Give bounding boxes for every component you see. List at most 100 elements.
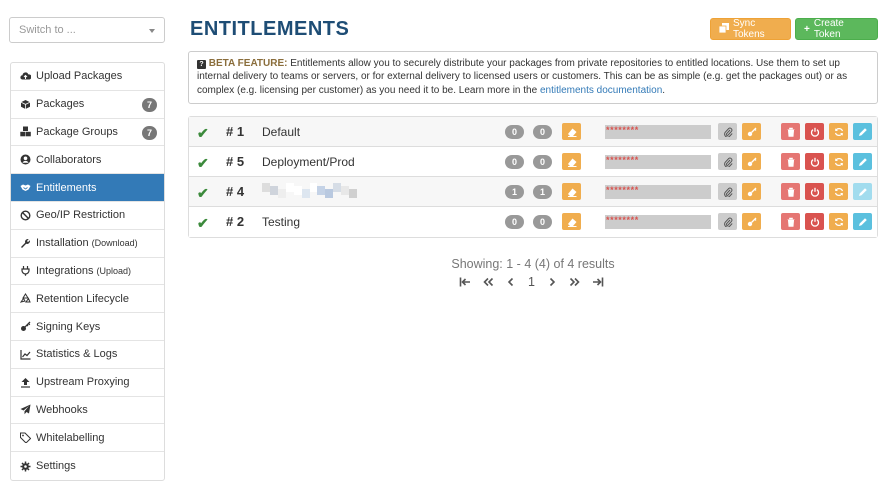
token-name[interactable]: Default bbox=[262, 125, 300, 139]
pencil-icon[interactable] bbox=[853, 123, 872, 140]
refresh-icon[interactable] bbox=[829, 183, 848, 200]
sidebar-nav: Upload Packages Packages 7 Package Groups 7 C… bbox=[10, 62, 165, 481]
cloud-upload-icon bbox=[19, 70, 31, 82]
sidebar-item-retention-lifecycle[interactable]: Retention Lifecycle bbox=[11, 285, 164, 314]
table-row[interactable]: ✔ # 4 1 1 ******** bbox=[189, 177, 877, 207]
refresh-icon[interactable] bbox=[829, 213, 848, 230]
pencil-icon[interactable] bbox=[853, 213, 872, 230]
beta-feature-notice: ? BETA FEATURE: Entitlements allow you t… bbox=[188, 51, 878, 104]
sidebar-item-label: Package Groups bbox=[36, 125, 118, 138]
key-icon[interactable] bbox=[742, 183, 761, 200]
sidebar-item-statistics-logs[interactable]: Statistics & Logs bbox=[11, 341, 164, 369]
last-page-icon[interactable] bbox=[592, 276, 604, 288]
sidebar-item-packages[interactable]: Packages 7 bbox=[11, 91, 164, 119]
key-icon[interactable] bbox=[742, 123, 761, 140]
sidebar-item-package-groups[interactable]: Package Groups 7 bbox=[11, 119, 164, 147]
power-icon[interactable] bbox=[805, 213, 824, 230]
create-token-label: Create Token bbox=[813, 18, 844, 40]
plus-icon: + bbox=[804, 23, 810, 35]
sync-tokens-label: Sync Tokens bbox=[733, 18, 765, 40]
power-icon[interactable] bbox=[805, 153, 824, 170]
sidebar-item-geo-ip-restriction[interactable]: Geo/IP Restriction bbox=[11, 202, 164, 230]
page-title: ENTITLEMENTS bbox=[190, 18, 350, 40]
current-page[interactable]: 1 bbox=[528, 275, 535, 289]
wrench-icon bbox=[19, 237, 31, 249]
usage-count-badge: 1 bbox=[533, 185, 552, 199]
paperclip-icon[interactable] bbox=[718, 213, 737, 230]
pagination: 1 bbox=[459, 275, 615, 289]
redacted-name bbox=[262, 183, 358, 201]
create-token-button[interactable]: + Create Token bbox=[795, 18, 878, 40]
upload-icon bbox=[19, 376, 31, 388]
eraser-icon[interactable] bbox=[562, 213, 581, 230]
active-check-icon: ✔ bbox=[197, 215, 209, 231]
pencil-icon[interactable] bbox=[853, 183, 872, 200]
sidebar-item-label: Whitelabelling bbox=[36, 431, 105, 444]
count-badge: 7 bbox=[142, 125, 157, 140]
table-row[interactable]: ✔ # 5 Deployment/Prod 0 0 ******** bbox=[189, 147, 877, 177]
sidebar-item-upstream-proxying[interactable]: Upstream Proxying bbox=[11, 369, 164, 397]
eraser-icon[interactable] bbox=[562, 123, 581, 140]
refresh-icon[interactable] bbox=[829, 123, 848, 140]
usage-count-badge: 0 bbox=[505, 125, 524, 139]
handshake-icon bbox=[19, 182, 31, 194]
first-page-icon[interactable] bbox=[459, 276, 471, 288]
token-value: ******** bbox=[605, 125, 711, 139]
sidebar-item-installation[interactable]: Installation (Download) bbox=[11, 230, 164, 258]
paperclip-icon[interactable] bbox=[718, 123, 737, 140]
eraser-icon[interactable] bbox=[562, 153, 581, 170]
gear-icon bbox=[19, 460, 31, 472]
repository-switcher[interactable]: Switch to ... bbox=[9, 17, 165, 43]
token-name[interactable]: Deployment/Prod bbox=[262, 155, 355, 169]
trash-icon[interactable] bbox=[781, 153, 800, 170]
active-check-icon: ✔ bbox=[197, 185, 209, 201]
previous-block-icon[interactable] bbox=[482, 276, 494, 288]
next-page-icon[interactable] bbox=[546, 276, 558, 288]
token-value: ******** bbox=[605, 155, 711, 169]
table-row[interactable]: ✔ # 1 Default 0 0 ******** bbox=[189, 117, 877, 147]
paper-plane-icon bbox=[19, 404, 31, 416]
previous-page-icon[interactable] bbox=[505, 276, 517, 288]
sidebar-item-collaborators[interactable]: Collaborators bbox=[11, 146, 164, 175]
sync-tokens-button[interactable]: Sync Tokens bbox=[710, 18, 791, 40]
entitlements-table: ✔ # 1 Default 0 0 ******** ✔ # 5 Deployment/Prod… bbox=[188, 116, 878, 238]
eraser-icon[interactable] bbox=[562, 183, 581, 200]
power-icon[interactable] bbox=[805, 123, 824, 140]
token-name[interactable]: Testing bbox=[262, 215, 300, 229]
token-number: # 2 bbox=[226, 214, 245, 229]
switcher-placeholder: Switch to ... bbox=[19, 24, 76, 36]
sidebar-item-label: Installation bbox=[36, 237, 89, 250]
cube-icon bbox=[19, 98, 31, 110]
token-number: # 5 bbox=[226, 154, 245, 169]
token-number: # 1 bbox=[226, 124, 245, 139]
trash-icon[interactable] bbox=[781, 123, 800, 140]
chart-icon bbox=[19, 348, 31, 360]
key-icon[interactable] bbox=[742, 213, 761, 230]
usage-count-badge: 0 bbox=[505, 215, 524, 229]
refresh-icon[interactable] bbox=[829, 153, 848, 170]
sidebar-item-upload-packages[interactable]: Upload Packages bbox=[11, 63, 164, 91]
paperclip-icon[interactable] bbox=[718, 153, 737, 170]
usage-count-badge: 0 bbox=[533, 125, 552, 139]
user-circle-icon bbox=[19, 154, 31, 166]
entitlements-documentation-link[interactable]: entitlements documentation bbox=[540, 85, 662, 96]
key-icon[interactable] bbox=[742, 153, 761, 170]
pencil-icon[interactable] bbox=[853, 153, 872, 170]
recycle-icon bbox=[19, 293, 31, 305]
sidebar-item-label: Collaborators bbox=[36, 153, 102, 166]
trash-icon[interactable] bbox=[781, 183, 800, 200]
next-block-icon[interactable] bbox=[569, 276, 581, 288]
sidebar-item-signing-keys[interactable]: Signing Keys bbox=[11, 313, 164, 341]
trash-icon[interactable] bbox=[781, 213, 800, 230]
sidebar-item-whitelabelling[interactable]: Whitelabelling bbox=[11, 424, 164, 453]
paperclip-icon[interactable] bbox=[718, 183, 737, 200]
sidebar-item-entitlements[interactable]: Entitlements bbox=[11, 174, 164, 202]
sidebar-item-settings[interactable]: Settings bbox=[11, 452, 164, 480]
sidebar-item-label: Statistics & Logs bbox=[36, 348, 118, 361]
power-icon[interactable] bbox=[805, 183, 824, 200]
table-row[interactable]: ✔ # 2 Testing 0 0 ******** bbox=[189, 207, 877, 237]
usage-count-badge: 0 bbox=[505, 155, 524, 169]
count-badge: 7 bbox=[142, 97, 157, 112]
sidebar-item-webhooks[interactable]: Webhooks bbox=[11, 397, 164, 425]
sidebar-item-label: Upload Packages bbox=[36, 70, 123, 83]
